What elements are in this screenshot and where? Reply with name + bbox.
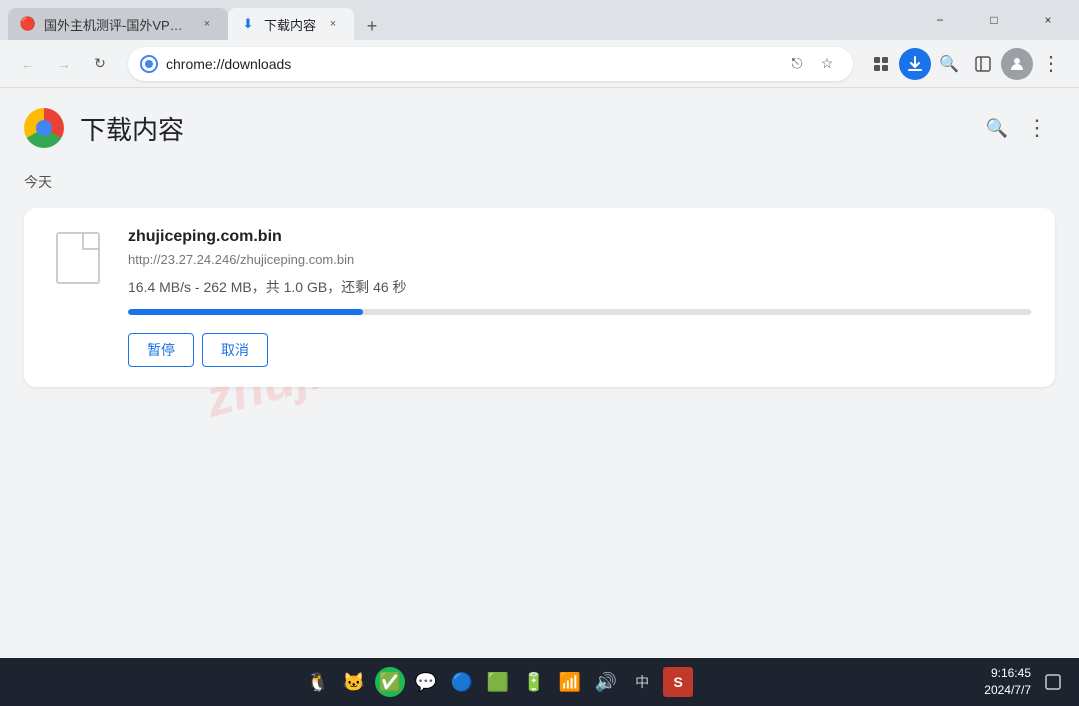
clock-date: 2024/7/7 <box>984 682 1031 699</box>
taskbar-icon-qq[interactable]: 🐧 <box>303 667 333 697</box>
address-text: chrome://downloads <box>166 56 775 72</box>
tab-1-favicon: 🔴 <box>20 16 36 32</box>
toolbar: ← → ↻ chrome://downloads ⎋ ☆ <box>0 40 1079 88</box>
taskbar-icon-bt[interactable]: 🔵 <box>447 667 477 697</box>
page-title: 下载内容 <box>80 110 963 147</box>
tab-1-close[interactable]: × <box>198 15 216 33</box>
taskbar-icon-sogou[interactable]: S <box>663 667 693 697</box>
window-controls: − □ × <box>917 4 1071 36</box>
back-button[interactable]: ← <box>12 48 44 80</box>
tab-inactive-1[interactable]: 🔴 国外主机测评-国外VPS、国… × <box>8 8 228 40</box>
file-url: http://23.27.24.246/zhujiceping.com.bin <box>128 252 1031 267</box>
tab-active-2[interactable]: ⬇ 下载内容 × <box>228 8 354 40</box>
cancel-button[interactable]: 取消 <box>202 333 268 367</box>
toolbar-right: 🔍 ⋮ <box>865 48 1067 80</box>
forward-button[interactable]: → <box>48 48 80 80</box>
download-actions: 暂停 取消 <box>128 333 1031 367</box>
taskbar-icon-volume[interactable]: 🔊 <box>591 667 621 697</box>
search-downloads-button[interactable]: 🔍 <box>979 110 1015 146</box>
menu-button[interactable]: ⋮ <box>1035 48 1067 80</box>
download-card: zhujiceping.com.bin http://23.27.24.246/… <box>24 208 1055 387</box>
clock-time: 9:16:45 <box>984 665 1031 682</box>
new-tab-button[interactable]: + <box>358 12 386 40</box>
download-status: 16.4 MB/s - 262 MB，共 1.0 GB，还剩 46 秒 <box>128 277 1031 297</box>
tab-2-favicon: ⬇ <box>240 16 256 32</box>
profile-button[interactable] <box>1001 48 1033 80</box>
notification-button[interactable] <box>1039 668 1067 696</box>
section-today-label: 今天 <box>0 164 1079 200</box>
file-name: zhujiceping.com.bin <box>128 228 1031 246</box>
bookmark-icon-btn[interactable]: ☆ <box>813 50 841 78</box>
taskbar: 🐧 🐱 ✅ 💬 🔵 🟩 🔋 📶 🔊 中 S 9:16:45 2024/7/7 <box>0 658 1079 706</box>
taskbar-center: 🐧 🐱 ✅ 💬 🔵 🟩 🔋 📶 🔊 中 S <box>12 667 984 697</box>
tab-2-title: 下载内容 <box>264 15 316 34</box>
reload-button[interactable]: ↻ <box>84 48 116 80</box>
more-options-button[interactable]: ⋮ <box>1019 110 1055 146</box>
taskbar-right: 9:16:45 2024/7/7 <box>984 665 1067 699</box>
title-bar: 🔴 国外主机测评-国外VPS、国… × ⬇ 下载内容 × + − □ × <box>0 0 1079 40</box>
tab-bar: 🔴 国外主机测评-国外VPS、国… × ⬇ 下载内容 × + <box>8 0 917 40</box>
address-actions: ⎋ ☆ <box>783 50 841 78</box>
maximize-button[interactable]: □ <box>971 4 1017 36</box>
download-indicator[interactable] <box>899 48 931 80</box>
sidebar-button[interactable] <box>967 48 999 80</box>
taskbar-icon-battery[interactable]: 🔋 <box>519 667 549 697</box>
address-bar[interactable]: chrome://downloads ⎋ ☆ <box>128 47 853 81</box>
file-icon-wrap <box>48 228 108 367</box>
taskbar-icon-nvidia[interactable]: 🟩 <box>483 667 513 697</box>
header-actions: 🔍 ⋮ <box>979 110 1055 146</box>
taskbar-icon-check[interactable]: ✅ <box>375 667 405 697</box>
chromium-logo <box>24 108 64 148</box>
downloads-header: 下载内容 🔍 ⋮ <box>0 88 1079 164</box>
taskbar-icon-wifi[interactable]: 📶 <box>555 667 585 697</box>
clock: 9:16:45 2024/7/7 <box>984 665 1031 699</box>
file-icon <box>56 232 100 284</box>
address-favicon <box>140 55 158 73</box>
minimize-button[interactable]: − <box>917 4 963 36</box>
page-content: 下载内容 🔍 ⋮ zhujiceping.com 今天 zhujiceping.… <box>0 88 1079 658</box>
extensions-button[interactable] <box>865 48 897 80</box>
pause-button[interactable]: 暂停 <box>128 333 194 367</box>
close-button[interactable]: × <box>1025 4 1071 36</box>
taskbar-icon-wechat[interactable]: 💬 <box>411 667 441 697</box>
search-button[interactable]: 🔍 <box>933 48 965 80</box>
tab-1-title: 国外主机测评-国外VPS、国… <box>44 15 190 34</box>
download-info: zhujiceping.com.bin http://23.27.24.246/… <box>128 228 1031 367</box>
share-icon-btn[interactable]: ⎋ <box>783 50 811 78</box>
tab-2-close[interactable]: × <box>324 15 342 33</box>
taskbar-icon-2[interactable]: 🐱 <box>339 667 369 697</box>
taskbar-icon-ime[interactable]: 中 <box>627 667 657 697</box>
progress-bar-fill <box>128 309 363 315</box>
progress-bar <box>128 309 1031 315</box>
